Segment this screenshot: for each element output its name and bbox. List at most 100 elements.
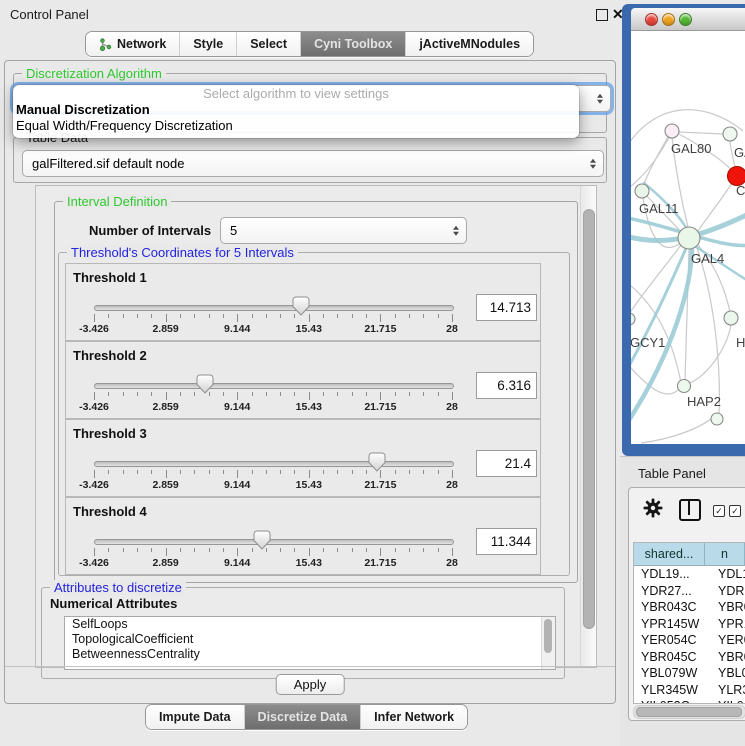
attribute-item-betweennesscentrality[interactable]: BetweennessCentrality (65, 647, 555, 662)
cyni-mode-tabbar: Impute Data Discretize DataInfer Network (145, 704, 468, 730)
num-intervals-label: Number of Intervals (89, 223, 211, 238)
threshold-slider-track[interactable] (94, 383, 454, 389)
network-graph: GAL80GACGAL11GAL4GCY1HAHAP2 (631, 31, 745, 444)
node-label: GAL80 (671, 141, 711, 156)
threshold-value-field[interactable]: 14.713 (476, 294, 537, 321)
table-row[interactable]: YBR043CYBR0 (634, 599, 745, 616)
table-row[interactable]: YDR27...YDR2 (634, 583, 745, 600)
minimize-traffic-light-icon[interactable] (662, 13, 675, 26)
table-row[interactable]: YIL052CYIL0 (634, 698, 745, 704)
numerical-attributes-list[interactable]: SelfLoopsTopologicalCoefficientBetweenne… (64, 616, 556, 670)
network-edge-thick (631, 246, 687, 373)
table-toolbar: ✓ ✓ (629, 488, 745, 532)
list-scrollbar[interactable] (541, 617, 555, 669)
numerical-attributes-label: Numerical Attributes (50, 596, 177, 611)
node-label: GA (734, 145, 745, 160)
zoom-traffic-light-icon[interactable] (679, 13, 692, 26)
tab-discretize-data[interactable]: Discretize Data (245, 705, 362, 729)
gear-icon[interactable] (643, 498, 663, 518)
column-header-2[interactable]: n (705, 543, 745, 565)
apply-button[interactable]: Apply (276, 674, 345, 695)
table-cell: YDL19... (634, 566, 711, 583)
tab-network[interactable]: Network (86, 32, 180, 56)
node-label: C (736, 183, 745, 198)
threshold-label: Threshold 4 (73, 504, 147, 519)
table-data-select[interactable]: galFiltered.sif default node (22, 150, 604, 177)
network-node[interactable] (631, 313, 635, 325)
slider-ticks (94, 392, 452, 401)
column-layout-icon[interactable] (679, 499, 701, 521)
algorithm-option-manual-discretization[interactable]: Manual Discretization (13, 102, 579, 118)
table-cell: YLR3 (711, 682, 745, 699)
column-header-1[interactable]: shared... (634, 543, 705, 565)
network-view-window: GAL80GACGAL11GAL4GCY1HAHAP2 (622, 4, 745, 456)
threshold-value-field[interactable]: 11.344 (476, 528, 537, 555)
float-window-icon[interactable] (596, 9, 608, 21)
apply-bar: Apply (5, 666, 615, 703)
checkbox-icon[interactable]: ✓ (713, 505, 725, 517)
checkbox-icon[interactable]: ✓ (729, 505, 741, 517)
group-title: Threshold's Coordinates for 5 Intervals (67, 245, 298, 260)
tick-label: 9.144 (224, 557, 250, 569)
num-intervals-select[interactable]: 5 (220, 217, 467, 244)
attribute-item-topologicalcoefficient[interactable]: TopologicalCoefficient (65, 632, 555, 647)
algorithm-dropdown: Select algorithm to view settings Manual… (13, 85, 579, 138)
table-row[interactable]: YLR345WYLR3 (634, 682, 745, 699)
slider-tick-labels: -3.4262.8599.14415.4321.71528 (94, 479, 452, 492)
slider-thumb[interactable] (292, 296, 310, 316)
network-node[interactable] (678, 227, 700, 249)
tab-label: Network (117, 37, 166, 51)
tab-impute-data[interactable]: Impute Data (146, 705, 245, 729)
attribute-item-selfloops[interactable]: SelfLoops (65, 617, 555, 632)
slider-thumb-icon (368, 452, 386, 472)
threshold-value-field[interactable]: 6.316 (476, 372, 537, 399)
network-node[interactable] (723, 127, 737, 141)
tab-cyni-toolbox[interactable]: Cyni Toolbox (301, 32, 406, 56)
node-attribute-table: shared...nYDL19...YDL1YDR27...YDR2YBR043… (633, 542, 745, 704)
cyni-toolbox-panel: Discretization Algorithm Table Data galF… (4, 60, 616, 704)
network-node[interactable] (678, 380, 691, 393)
table-data-group: Table Data galFiltered.sif default node (13, 137, 607, 183)
threshold-panel: Threshold 1-3.4262.8599.14415.4321.71528… (65, 263, 541, 341)
tab-style[interactable]: Style (180, 32, 237, 56)
node-label: HA (736, 335, 745, 350)
network-canvas[interactable]: GAL80GACGAL11GAL4GCY1HAHAP2 (631, 31, 745, 444)
network-node[interactable] (724, 311, 738, 325)
num-intervals-value: 5 (230, 223, 237, 238)
threshold-slider-track[interactable] (94, 539, 454, 545)
algorithm-option-equal-width-frequency-discretization[interactable]: Equal Width/Frequency Discretization (13, 118, 579, 134)
tick-label: 28 (446, 401, 458, 413)
threshold-value-field[interactable]: 21.4 (476, 450, 537, 477)
threshold-slider-track[interactable] (94, 461, 454, 467)
table-cell: YIL0 (711, 698, 745, 704)
table-row[interactable]: YPR145WYPR1 (634, 616, 745, 633)
table-cell: YDR2 (711, 583, 745, 600)
tab-select[interactable]: Select (237, 32, 301, 56)
tab-infer-network[interactable]: Infer Network (361, 705, 467, 729)
tab-label: Impute Data (159, 710, 231, 724)
table-cell: YBL079W (634, 665, 711, 682)
network-node[interactable] (665, 124, 679, 138)
combo-arrows-icon (590, 158, 596, 169)
threshold-slider-track[interactable] (94, 305, 454, 311)
slider-thumb[interactable] (368, 452, 386, 472)
table-horizontal-scrollbar[interactable] (633, 705, 745, 719)
threshold-label: Threshold 1 (73, 270, 147, 285)
tick-label: 21.715 (364, 401, 396, 413)
slider-thumb[interactable] (253, 530, 271, 550)
close-traffic-light-icon[interactable] (645, 13, 658, 26)
network-edge (641, 414, 717, 443)
table-cell: YIL052C (634, 698, 711, 704)
slider-thumb[interactable] (196, 374, 214, 394)
tab-jactivemnodules[interactable]: jActiveMNodules (406, 32, 533, 56)
network-node[interactable] (711, 413, 723, 425)
table-row[interactable]: YBL079WYBL0 (634, 665, 745, 682)
tick-label: 9.144 (224, 323, 250, 335)
table-row[interactable]: YER054CYER0 (634, 632, 745, 649)
table-row[interactable]: YDL19...YDL1 (634, 566, 745, 583)
settings-scrollbar[interactable] (580, 186, 596, 667)
table-row[interactable]: YBR045CYBR0 (634, 649, 745, 666)
network-node[interactable] (635, 184, 649, 198)
slider-ticks (94, 314, 452, 323)
network-window-titlebar[interactable] (631, 8, 745, 31)
